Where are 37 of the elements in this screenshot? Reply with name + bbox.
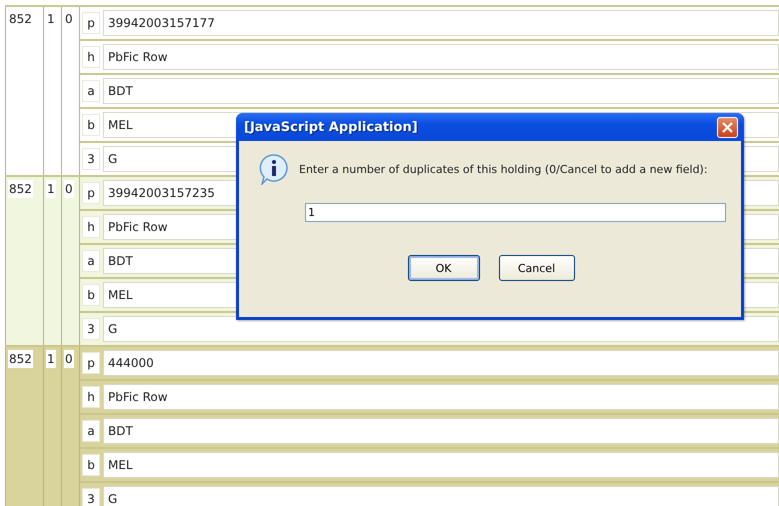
- subfield-code: p: [82, 182, 100, 204]
- dialog-title: [JavaScript Application]: [244, 120, 418, 134]
- tag-cell: 852: [8, 180, 33, 198]
- input-field[interactable]: 1: [305, 203, 726, 222]
- subfield-code: h: [82, 46, 100, 68]
- indicator-cell: 0: [64, 350, 74, 368]
- subfield-code: h: [82, 386, 100, 408]
- dialog-message: Enter a number of duplicates of this holding (0/Cancel to add a new field):: [299, 162, 708, 176]
- subfield-code: p: [82, 352, 100, 374]
- subfield-value[interactable]: MEL: [103, 452, 779, 478]
- indicator-cell: 1: [46, 180, 56, 198]
- subfield-value[interactable]: BDT: [103, 418, 779, 444]
- subfield-code: p: [82, 12, 100, 34]
- subfield-code: a: [82, 80, 100, 102]
- subfield-value[interactable]: 39942003157177: [103, 10, 779, 36]
- subfield-value[interactable]: PbFic Row: [103, 384, 779, 410]
- subfield-code: b: [82, 454, 100, 476]
- ok-button[interactable]: OK: [408, 255, 480, 281]
- close-button[interactable]: [717, 116, 738, 138]
- close-icon: [721, 120, 734, 134]
- subfield-code: a: [82, 420, 100, 442]
- subfield-code: b: [82, 114, 100, 136]
- indicator-cell: 1: [46, 350, 56, 368]
- info-icon: [259, 153, 289, 185]
- subfield-value[interactable]: BDT: [103, 78, 779, 104]
- subfield-code: 3: [82, 488, 100, 506]
- subfield-code: h: [82, 216, 100, 238]
- subfield-value[interactable]: PbFic Row: [103, 44, 779, 70]
- subfield-code: b: [82, 284, 100, 306]
- tag-cell: 852: [8, 350, 33, 368]
- subfield-value[interactable]: 444000: [103, 350, 779, 376]
- indicator-cell: 0: [64, 180, 74, 198]
- subfield-value[interactable]: G: [103, 486, 779, 506]
- subfield-code: a: [82, 250, 100, 272]
- subfield-code: 3: [82, 318, 100, 340]
- subfield-code: 3: [82, 148, 100, 170]
- cancel-button[interactable]: Cancel: [498, 255, 574, 281]
